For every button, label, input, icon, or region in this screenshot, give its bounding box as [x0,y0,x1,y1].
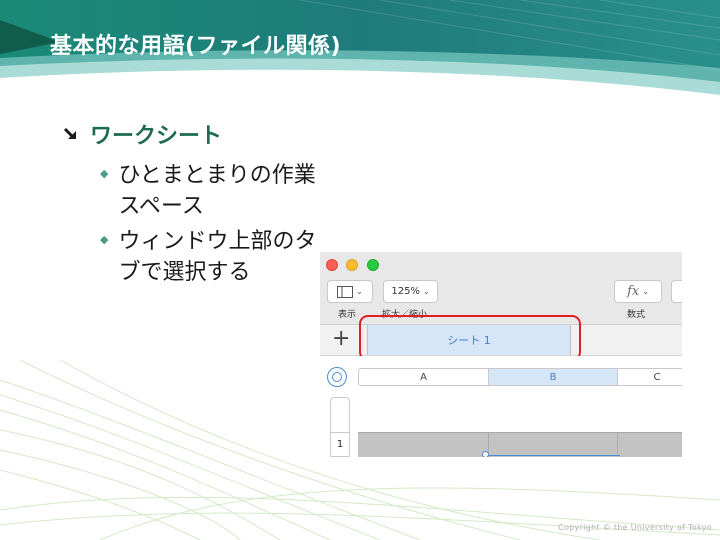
sidebar-icon [337,285,354,298]
view-label: 表示 [338,310,357,320]
sub-bullet: ◆ ウィンドウ上部のタブで選択する [100,226,340,288]
add-sheet-button[interactable]: + [332,328,350,350]
selection-handle[interactable] [482,451,489,457]
bullet-worksheet: ワークシート [62,118,222,150]
zoom-select[interactable]: 125% ⌄ [383,280,438,303]
column-header-a[interactable]: A [358,368,489,386]
arrow-down-right-icon [63,127,76,140]
slide: 基本的な用語(ファイル関係) ワークシート ◆ ひとまとまりの作業スペース ◆ … [0,0,720,540]
selection-edge [486,455,620,456]
row-header-area [330,397,350,433]
view-button[interactable]: ⌄ [327,280,373,303]
column-header-c[interactable]: C [617,368,682,386]
slide-title: 基本的な用語(ファイル関係) [50,34,342,59]
zoom-value: 125% [391,286,420,297]
select-all-button[interactable] [327,367,347,387]
toolbar-button-partial[interactable] [671,280,682,303]
copyright: Copyright © the University of Tokyo [558,523,712,532]
sub-bullet-text: ひとまとまりの作業スペース [118,163,316,219]
chevron-down-icon: ⌄ [356,287,363,296]
table-row[interactable] [358,432,682,457]
sub-bullet: ◆ ひとまとまりの作業スペース [100,160,340,222]
minimize-window-button[interactable] [346,259,358,271]
row-header-1[interactable]: 1 [330,432,350,457]
numbers-app-screenshot: ⌄ 125% ⌄ fx ⌄ 表示 拡大／縮小 数式 + シート 1 A B C … [320,252,682,457]
close-window-button[interactable] [326,259,338,271]
zoom-window-button[interactable] [367,259,379,271]
diamond-bullet-icon: ◆ [100,233,109,246]
formula-button[interactable]: fx ⌄ [614,280,662,303]
cell-divider [617,433,618,457]
chevron-down-icon: ⌄ [642,287,649,296]
function-icon: fx [627,284,640,299]
sub-bullet-text: ウィンドウ上部のタブで選択する [118,229,317,285]
bullet-text: ワークシート [90,124,223,149]
chevron-down-icon: ⌄ [422,287,430,296]
diamond-bullet-icon: ◆ [100,167,109,180]
highlight-box [359,315,581,361]
column-header-b[interactable]: B [488,368,618,386]
formula-label: 数式 [627,310,646,320]
